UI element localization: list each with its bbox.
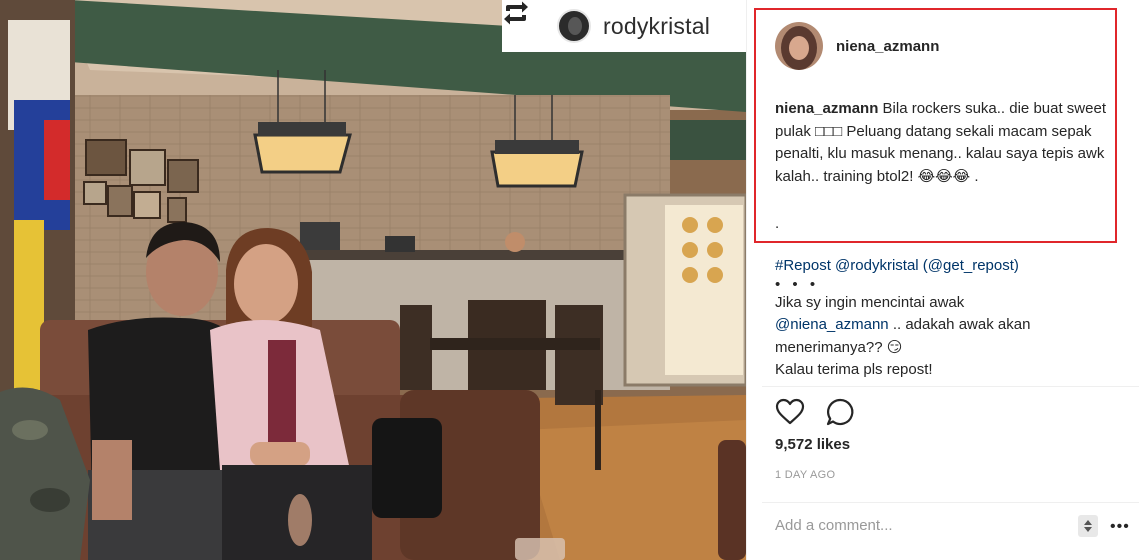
comments-list: #Repost @rodykristal (@get_repost) • • •… bbox=[775, 255, 1115, 383]
repost-username: rodykristal bbox=[603, 12, 711, 39]
post-photo[interactable]: rodykristal bbox=[0, 0, 746, 560]
repost-mention[interactable]: @rodykristal bbox=[835, 257, 919, 274]
actions-divider bbox=[762, 386, 1139, 387]
comment-line-4: Kalau terima pls repost! bbox=[775, 361, 933, 378]
repost-icon bbox=[504, 1, 545, 42]
comment-mention[interactable]: @niena_azmann bbox=[775, 316, 889, 333]
repost-avatar bbox=[557, 9, 591, 43]
repost-via[interactable]: (@get_repost) bbox=[923, 257, 1019, 274]
caption-username[interactable]: niena_azmann bbox=[775, 100, 878, 117]
author-username[interactable]: niena_azmann bbox=[836, 38, 939, 55]
comment-line-2-text: .. adakah awak akan bbox=[892, 316, 1031, 333]
cafe-photo-illustration bbox=[0, 0, 746, 560]
heart-icon[interactable] bbox=[774, 396, 806, 428]
post-caption: niena_azmann Bila rockers suka.. die bua… bbox=[775, 98, 1110, 188]
stepper-icon[interactable] bbox=[1078, 515, 1098, 537]
post-timestamp: 1 DAY AGO bbox=[775, 469, 836, 481]
comment-icon[interactable] bbox=[824, 396, 856, 428]
comment-divider bbox=[762, 502, 1139, 503]
repost-hashtag[interactable]: #Repost bbox=[775, 257, 831, 274]
separator-dots: • • • bbox=[775, 275, 820, 293]
add-comment-input[interactable]: Add a comment... bbox=[775, 517, 893, 534]
likes-count[interactable]: 9,572 likes bbox=[775, 436, 850, 453]
more-options-button[interactable]: ••• bbox=[1110, 518, 1130, 536]
comment-line-3: menerimanya?? 😏 bbox=[775, 338, 903, 356]
author-avatar[interactable] bbox=[775, 22, 823, 70]
comment-line-1: Jika sy ingin mencintai awak bbox=[775, 293, 965, 311]
repost-credit-line: #Repost @rodykristal (@get_repost) bbox=[775, 255, 1115, 278]
post-author-header[interactable]: niena_azmann bbox=[775, 22, 939, 70]
repost-badge[interactable]: rodykristal bbox=[502, 0, 746, 52]
caption-dot: . bbox=[775, 215, 780, 232]
comment-line-2: @niena_azmann .. adakah awak akan bbox=[775, 314, 1115, 337]
post-actions bbox=[774, 396, 856, 428]
